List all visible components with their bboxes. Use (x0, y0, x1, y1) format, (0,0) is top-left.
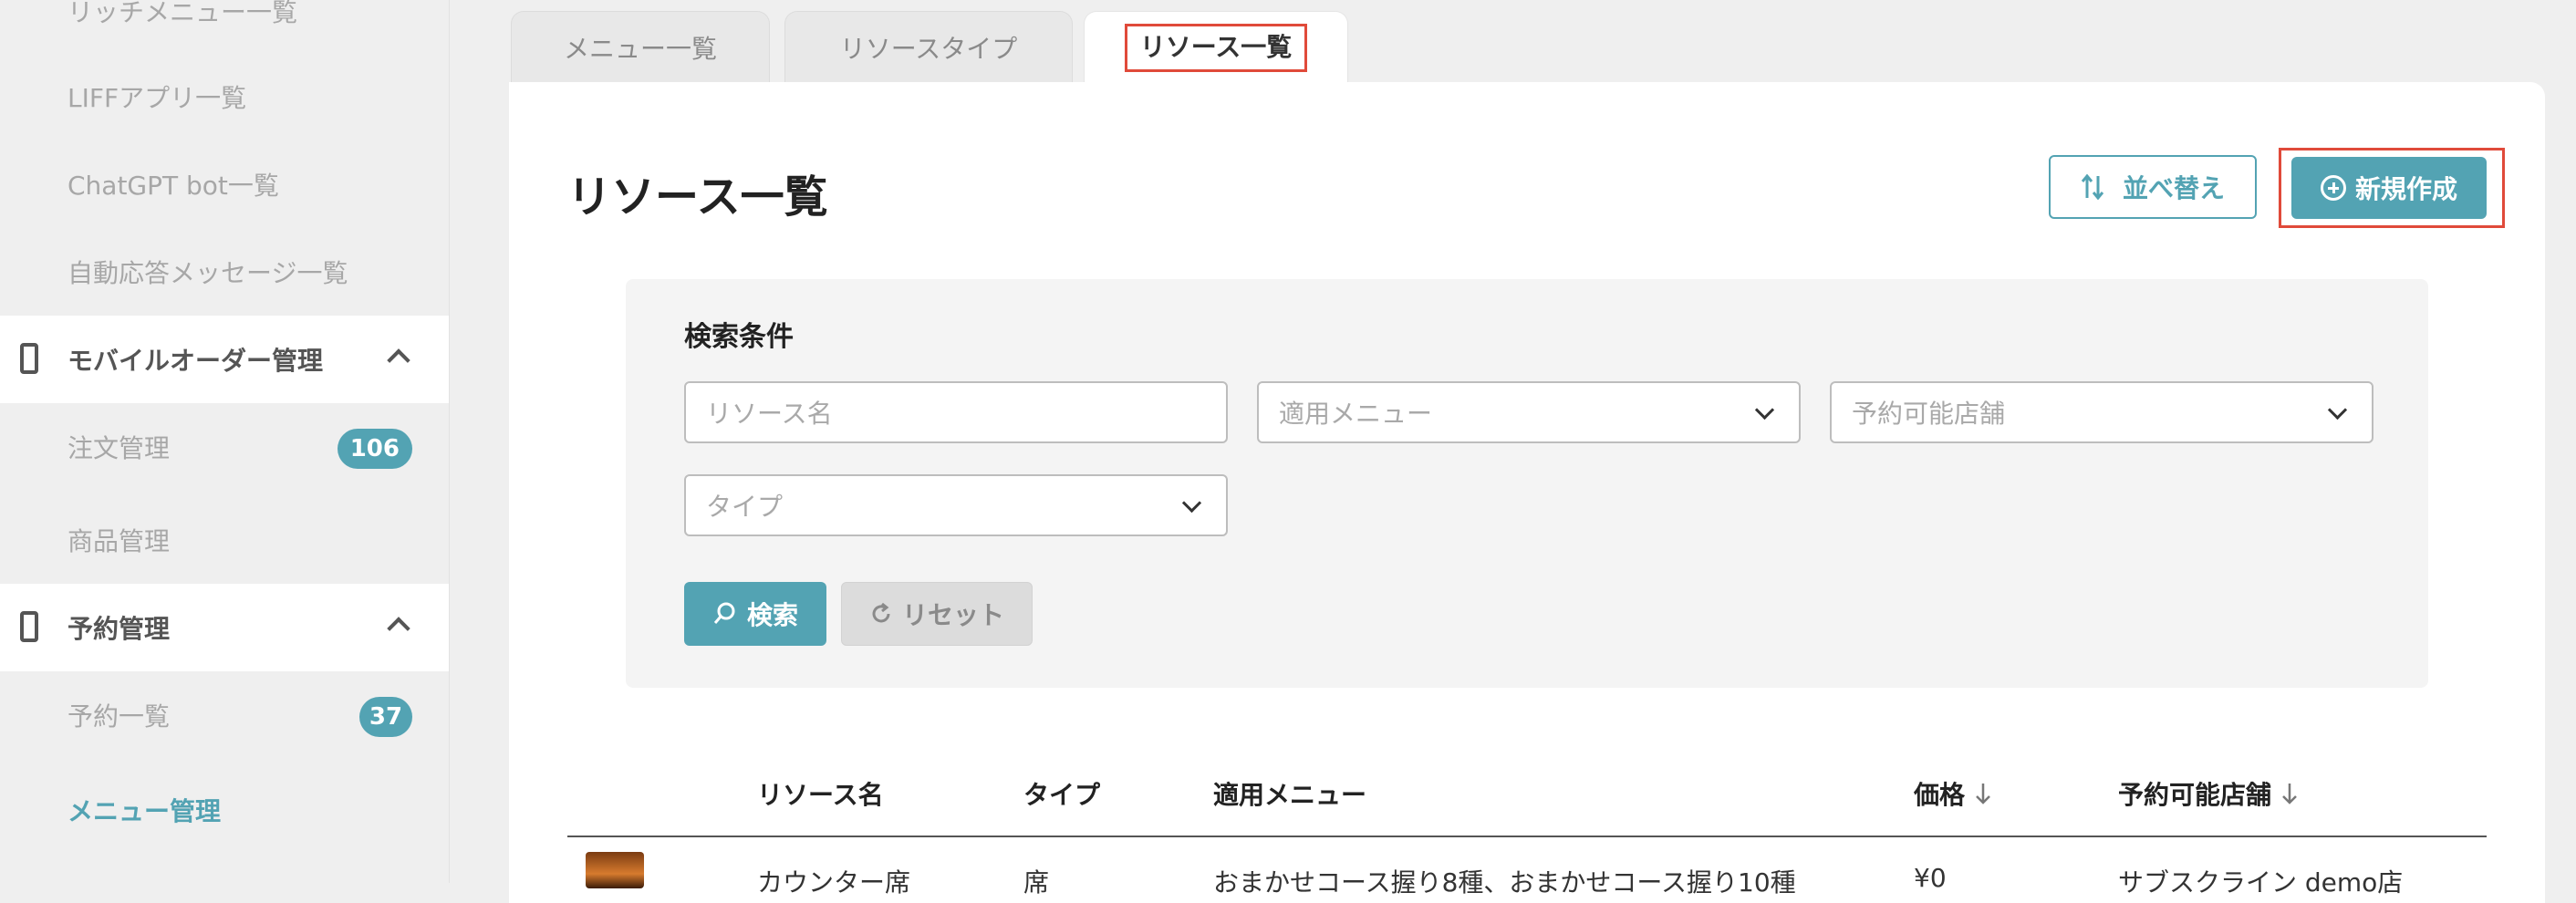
chevron-up-icon (387, 348, 410, 372)
sidebar-item-reservation-list[interactable]: 予約一覧 37 (0, 671, 449, 759)
available-store-placeholder: 予約可能店舗 (1852, 399, 2006, 429)
tab-resource-type[interactable]: リソースタイプ (784, 11, 1073, 82)
column-header-applied-menu[interactable]: 適用メニュー (1213, 775, 1366, 812)
reset-button-label: リセット (901, 600, 1004, 630)
column-header-label: 適用メニュー (1213, 780, 1367, 810)
plus-circle-icon (2320, 175, 2346, 201)
smartphone-icon (20, 343, 38, 374)
cell-applied-menu: おまかせコース握り8種、おまかせコース握り10種 (1213, 867, 1796, 898)
chevron-down-icon (1181, 493, 1202, 514)
sidebar-item-label: 商品管理 (68, 526, 171, 556)
search-heading: 検索条件 (684, 321, 794, 353)
type-select[interactable]: タイプ (684, 474, 1228, 536)
sidebar-item-chatgpt-bot[interactable]: ChatGPT bot一覧 (0, 140, 449, 228)
applied-menu-select[interactable]: 適用メニュー (1257, 381, 1801, 443)
sidebar: リッチメニュー一覧 LIFFアプリ一覧 ChatGPT bot一覧 自動応答メッ… (0, 0, 450, 883)
tab-resource-list[interactable]: リソース一覧 (1084, 11, 1348, 84)
cell-price: ¥0 (1914, 863, 1947, 893)
arrow-down-icon (1976, 784, 1990, 804)
tab-label: リソース一覧 (1124, 24, 1308, 72)
sidebar-item-auto-reply[interactable]: 自動応答メッセージ一覧 (0, 228, 449, 316)
sidebar-section-mobile-order[interactable]: モバイルオーダー管理 (0, 316, 449, 403)
sidebar-item-label: LIFFアプリ一覧 (68, 83, 247, 113)
count-badge: 106 (337, 429, 412, 469)
column-header-price[interactable]: 価格 (1914, 775, 1992, 812)
page-title: リソース一覧 (567, 171, 828, 223)
column-header-available-store[interactable]: 予約可能店舗 (2118, 775, 2299, 812)
cell-resource-name: カウンター席 (757, 867, 911, 898)
search-button[interactable]: 検索 (684, 582, 826, 646)
resource-name-placeholder: リソース名 (706, 399, 833, 429)
available-store-select[interactable]: 予約可能店舗 (1830, 381, 2373, 443)
resource-name-input[interactable]: リソース名 (684, 381, 1228, 443)
column-header-type[interactable]: タイプ (1023, 775, 1100, 812)
sidebar-item-menu-management[interactable]: メニュー管理 (0, 766, 449, 854)
sidebar-item-label: 注文管理 (68, 433, 171, 463)
resource-thumbnail (586, 852, 644, 888)
column-header-label: 価格 (1914, 780, 1966, 810)
column-header-label: タイプ (1023, 780, 1101, 810)
search-button-label: 検索 (746, 600, 798, 630)
sidebar-item-product-management[interactable]: 商品管理 (0, 496, 449, 584)
column-header-label: 予約可能店舗 (2118, 780, 2272, 810)
chevron-down-icon (2327, 400, 2348, 420)
reset-button[interactable]: リセット (841, 582, 1033, 646)
chevron-up-icon (387, 617, 410, 640)
sidebar-item-label: ChatGPT bot一覧 (68, 171, 279, 201)
tab-label: リソースタイプ (839, 33, 1018, 64)
cell-type: 席 (1023, 867, 1050, 898)
search-icon (713, 602, 735, 624)
sidebar-item-label: メニュー管理 (68, 796, 222, 826)
cell-available-store: サブスクライン demo店 (2118, 867, 2404, 898)
search-panel: 検索条件 リソース名 適用メニュー 予約可能店舗 タイプ 検索 リセット (626, 279, 2428, 688)
sort-button-label: 並べ替え (2122, 173, 2225, 203)
create-new-button[interactable]: 新規作成 (2291, 157, 2487, 219)
sidebar-item-liff[interactable]: LIFFアプリ一覧 (0, 53, 449, 140)
smartphone-icon (20, 611, 38, 642)
column-header-resource-name[interactable]: リソース名 (757, 775, 884, 812)
tab-menu-list[interactable]: メニュー一覧 (511, 11, 770, 82)
table-divider (567, 836, 2487, 837)
tab-label: メニュー一覧 (563, 33, 717, 64)
create-new-label: 新規作成 (2354, 174, 2457, 204)
sidebar-item-label: 自動応答メッセージ一覧 (68, 258, 348, 288)
sidebar-section-label: 予約管理 (68, 614, 171, 644)
sidebar-item-label: リッチメニュー一覧 (68, 0, 298, 27)
sidebar-item-label: 予約一覧 (68, 701, 171, 732)
sort-button[interactable]: 並べ替え (2049, 155, 2257, 219)
refresh-icon (872, 602, 890, 623)
applied-menu-placeholder: 適用メニュー (1279, 399, 1433, 429)
chevron-down-icon (1754, 400, 1775, 420)
sidebar-section-label: モバイルオーダー管理 (68, 346, 324, 376)
type-placeholder: タイプ (706, 492, 784, 522)
column-header-label: リソース名 (757, 780, 884, 810)
sidebar-item-rich-menu[interactable]: リッチメニュー一覧 (0, 0, 449, 55)
arrow-down-icon (2282, 784, 2297, 804)
content-card: リソース一覧 並べ替え 新規作成 検索条件 リソース名 適用メニュー 予約可能店… (509, 82, 2545, 903)
sort-arrows-icon (2081, 173, 2104, 201)
sidebar-section-reservation[interactable]: 予約管理 (0, 584, 449, 671)
sidebar-item-order-management[interactable]: 注文管理 106 (0, 403, 449, 491)
count-badge: 37 (359, 697, 412, 737)
